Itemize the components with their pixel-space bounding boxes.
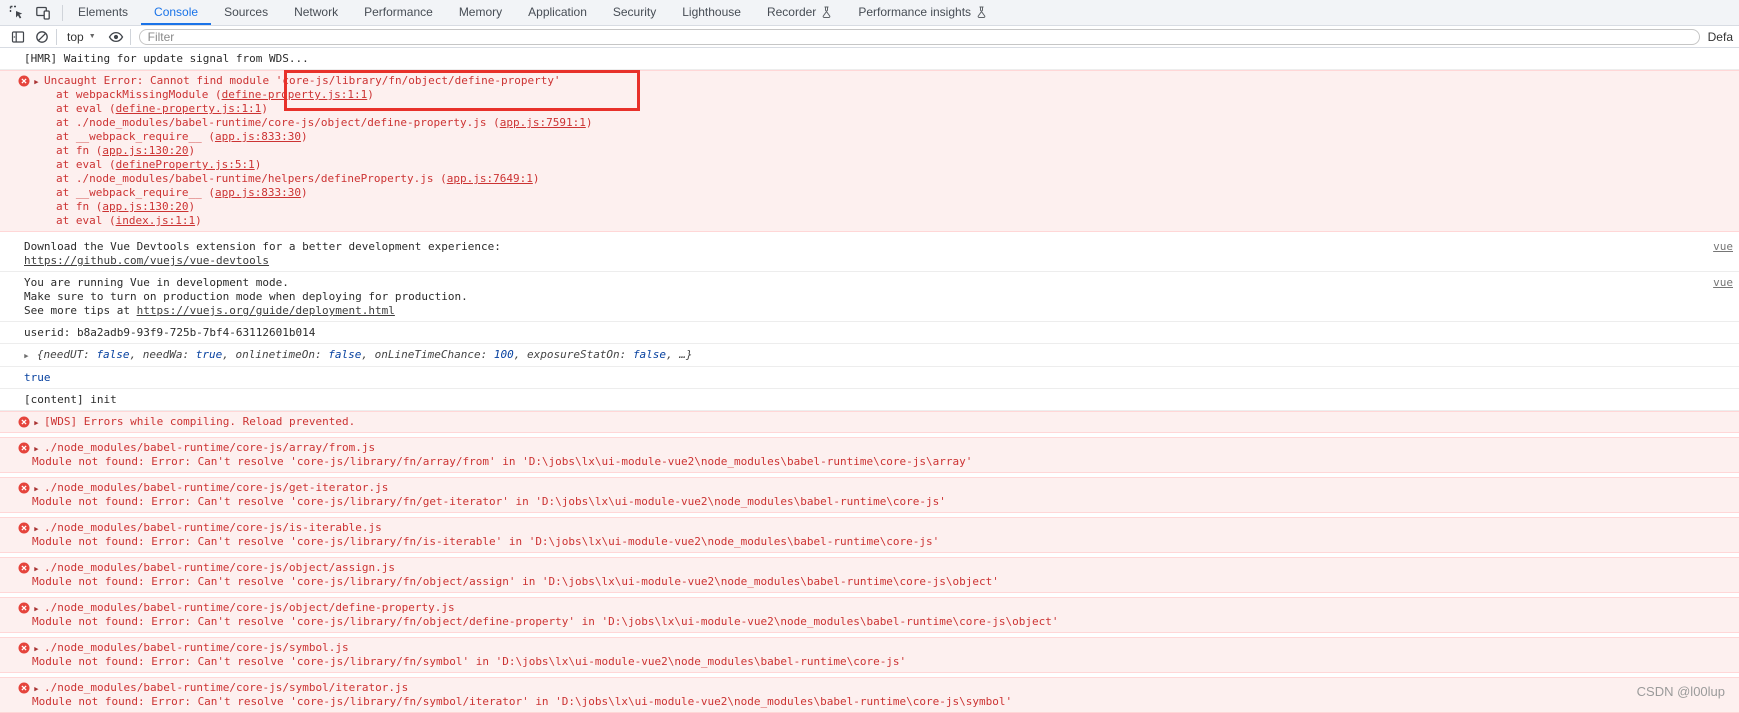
expand-arrow-icon[interactable]: ▶: [34, 483, 38, 496]
tab-elements[interactable]: Elements: [65, 0, 141, 25]
inspect-cursor-icon[interactable]: [4, 0, 30, 25]
error-circle-x-icon: [18, 75, 30, 87]
expand-arrow-icon[interactable]: ▶: [34, 417, 38, 430]
source-link[interactable]: app.js:130:20: [102, 144, 188, 157]
stack-frame: at __webpack_require__ (app.js:833:30): [56, 186, 308, 199]
object-preview: {needUT: false, needWa: true, onlinetime…: [36, 348, 693, 361]
error-row-module: ▶ ./node_modules/babel-runtime/core-js/g…: [0, 477, 1739, 513]
filter-input[interactable]: [138, 28, 1700, 45]
stack-frame: at __webpack_require__ (app.js:833:30): [56, 130, 308, 143]
stack-frame: at eval (defineProperty.js:5:1): [56, 158, 262, 171]
vue-devtools-link[interactable]: https://github.com/vuejs/vue-devtools: [24, 254, 269, 267]
tab-lighthouse[interactable]: Lighthouse: [669, 0, 754, 25]
console-toolbar: top ▼ Defa: [0, 26, 1739, 48]
source-link[interactable]: app.js:833:30: [215, 186, 301, 199]
tab-application[interactable]: Application: [515, 0, 600, 25]
log-row-vue-mode: You are running Vue in development mode.…: [0, 272, 1739, 322]
source-link[interactable]: app.js:7649:1: [447, 172, 533, 185]
stack-frame: at webpackMissingModule (define-property…: [56, 88, 374, 101]
error-circle-x-icon: [18, 482, 30, 494]
device-toolbar-icon[interactable]: [30, 0, 56, 25]
error-row-module: ▶ ./node_modules/babel-runtime/core-js/i…: [0, 517, 1739, 553]
error-row-module: ▶ ./node_modules/babel-runtime/core-js/o…: [0, 557, 1739, 593]
expand-arrow-icon[interactable]: ▶: [34, 643, 38, 656]
expand-arrow-icon[interactable]: ▶: [34, 563, 38, 576]
csdn-watermark: CSDN @l00lup: [1636, 684, 1725, 699]
source-link-vue[interactable]: vue: [1713, 240, 1733, 254]
source-link[interactable]: app.js:7591:1: [500, 116, 586, 129]
source-link[interactable]: app.js:130:20: [102, 200, 188, 213]
expand-arrow-icon[interactable]: ▶: [34, 523, 38, 536]
tab-console[interactable]: Console: [141, 0, 212, 25]
stack-frame: at fn (app.js:130:20): [56, 200, 196, 213]
error-row-wds: ▶ [WDS] Errors while compiling. Reload p…: [0, 411, 1739, 433]
stack-frame: at eval (define-property.js:1:1): [56, 102, 268, 115]
error-message-line: ▶ Uncaught Error: Cannot find module 'co…: [8, 74, 1731, 88]
source-link[interactable]: app.js:833:30: [215, 130, 301, 143]
error-row-uncaught: ▶ Uncaught Error: Cannot find module 'co…: [0, 70, 1739, 232]
expand-arrow-icon[interactable]: ▶: [34, 683, 38, 696]
tab-performance[interactable]: Performance: [351, 0, 446, 25]
devtools-tab-bar: Elements Console Sources Network Perform…: [0, 0, 1739, 26]
tab-memory[interactable]: Memory: [446, 0, 515, 25]
create-live-expression-icon[interactable]: [104, 27, 128, 47]
tab-recorder[interactable]: Recorder: [754, 0, 845, 25]
log-row-object-preview: ▶ {needUT: false, needWa: true, onlinetim…: [0, 344, 1739, 367]
toolbar-separator: [129, 28, 131, 45]
source-link[interactable]: define-property.js:1:1: [222, 88, 368, 101]
experiment-flask-icon: [977, 6, 986, 18]
chevron-down-icon: ▼: [88, 33, 96, 40]
error-row-module: ▶ ./node_modules/babel-runtime/core-js/o…: [0, 597, 1739, 633]
panel-tabs: Elements Console Sources Network Perform…: [65, 0, 1000, 25]
source-link-vue[interactable]: vue: [1713, 276, 1733, 290]
log-row-vue-devtools: Download the Vue Devtools extension for …: [0, 236, 1739, 272]
error-circle-x-icon: [18, 602, 30, 614]
error-row-module: ▶ ./node_modules/babel-runtime/core-js/s…: [0, 637, 1739, 673]
log-row-content-init: [content] init: [0, 389, 1739, 411]
error-circle-x-icon: [18, 442, 30, 454]
stack-frame: at eval (index.js:1:1): [56, 214, 202, 227]
stack-frame: at fn (app.js:130:20): [56, 144, 196, 157]
toolbar-separator: [56, 28, 57, 45]
show-console-sidebar-icon[interactable]: [6, 27, 30, 47]
source-link[interactable]: index.js:1:1: [116, 214, 195, 227]
stack-frame: at ./node_modules/babel-runtime/helpers/…: [56, 172, 540, 185]
log-row-result-true: true: [0, 367, 1739, 389]
error-row-module: ▶ ./node_modules/babel-runtime/core-js/s…: [0, 677, 1739, 713]
toolbar-separator: [62, 4, 63, 21]
expand-arrow-icon[interactable]: ▶: [34, 603, 38, 616]
error-circle-x-icon: [18, 642, 30, 654]
log-row-hmr: [HMR] Waiting for update signal from WDS…: [0, 48, 1739, 70]
source-link[interactable]: defineProperty.js:5:1: [116, 158, 255, 171]
tab-security[interactable]: Security: [600, 0, 669, 25]
expand-arrow-icon[interactable]: ▶: [34, 76, 38, 89]
expand-arrow-icon[interactable]: ▶: [34, 443, 38, 456]
vue-deployment-link[interactable]: https://vuejs.org/guide/deployment.html: [137, 304, 395, 317]
error-circle-x-icon: [18, 562, 30, 574]
tabbar-icon-group: [0, 0, 60, 25]
error-row-module: ▶ ./node_modules/babel-runtime/core-js/a…: [0, 437, 1739, 473]
tab-sources[interactable]: Sources: [211, 0, 281, 25]
source-link[interactable]: define-property.js:1:1: [116, 102, 262, 115]
clear-console-icon[interactable]: [30, 27, 54, 47]
log-levels-dropdown[interactable]: Defa: [1708, 30, 1733, 44]
expand-arrow-icon[interactable]: ▶: [24, 350, 28, 363]
stack-frame: at ./node_modules/babel-runtime/core-js/…: [56, 116, 593, 129]
experiment-flask-icon: [822, 6, 831, 18]
error-circle-x-icon: [18, 522, 30, 534]
javascript-context-selector[interactable]: top ▼: [59, 30, 104, 44]
console-messages: [HMR] Waiting for update signal from WDS…: [0, 48, 1739, 713]
tab-network[interactable]: Network: [281, 0, 351, 25]
error-circle-x-icon: [18, 416, 30, 428]
tab-performance-insights[interactable]: Performance insights: [845, 0, 1000, 25]
log-row-userid: userid: b8a2adb9-93f9-725b-7bf4-63112601…: [0, 322, 1739, 344]
error-circle-x-icon: [18, 682, 30, 694]
